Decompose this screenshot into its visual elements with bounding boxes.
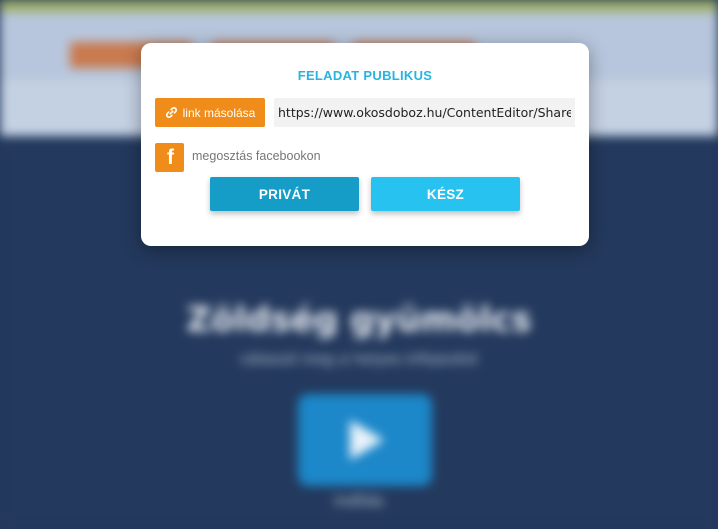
facebook-share-link[interactable]: megosztás facebookon [192,149,321,163]
share-url-field[interactable] [274,98,575,127]
top-strip [0,0,718,12]
facebook-glyph: f [167,146,174,169]
copy-link-button[interactable]: link másolása [155,98,265,127]
private-button[interactable]: PRIVÁT [210,177,359,211]
facebook-icon[interactable]: f [155,143,184,172]
copy-link-label: link másolása [182,105,256,120]
dialog-title: FELADAT PUBLIKUS [297,68,433,83]
play-button [298,394,432,486]
link-icon [165,107,177,118]
play-caption: indítás [333,492,385,510]
task-subtitle: válaszd meg a helyes kifejezést [239,350,479,368]
task-title: Zöldség gyümölcs [186,300,532,340]
play-icon [350,420,384,460]
publish-dialog: FELADAT PUBLIKUS link másolása f megoszt… [141,43,589,246]
done-button[interactable]: KÉSZ [371,177,520,211]
